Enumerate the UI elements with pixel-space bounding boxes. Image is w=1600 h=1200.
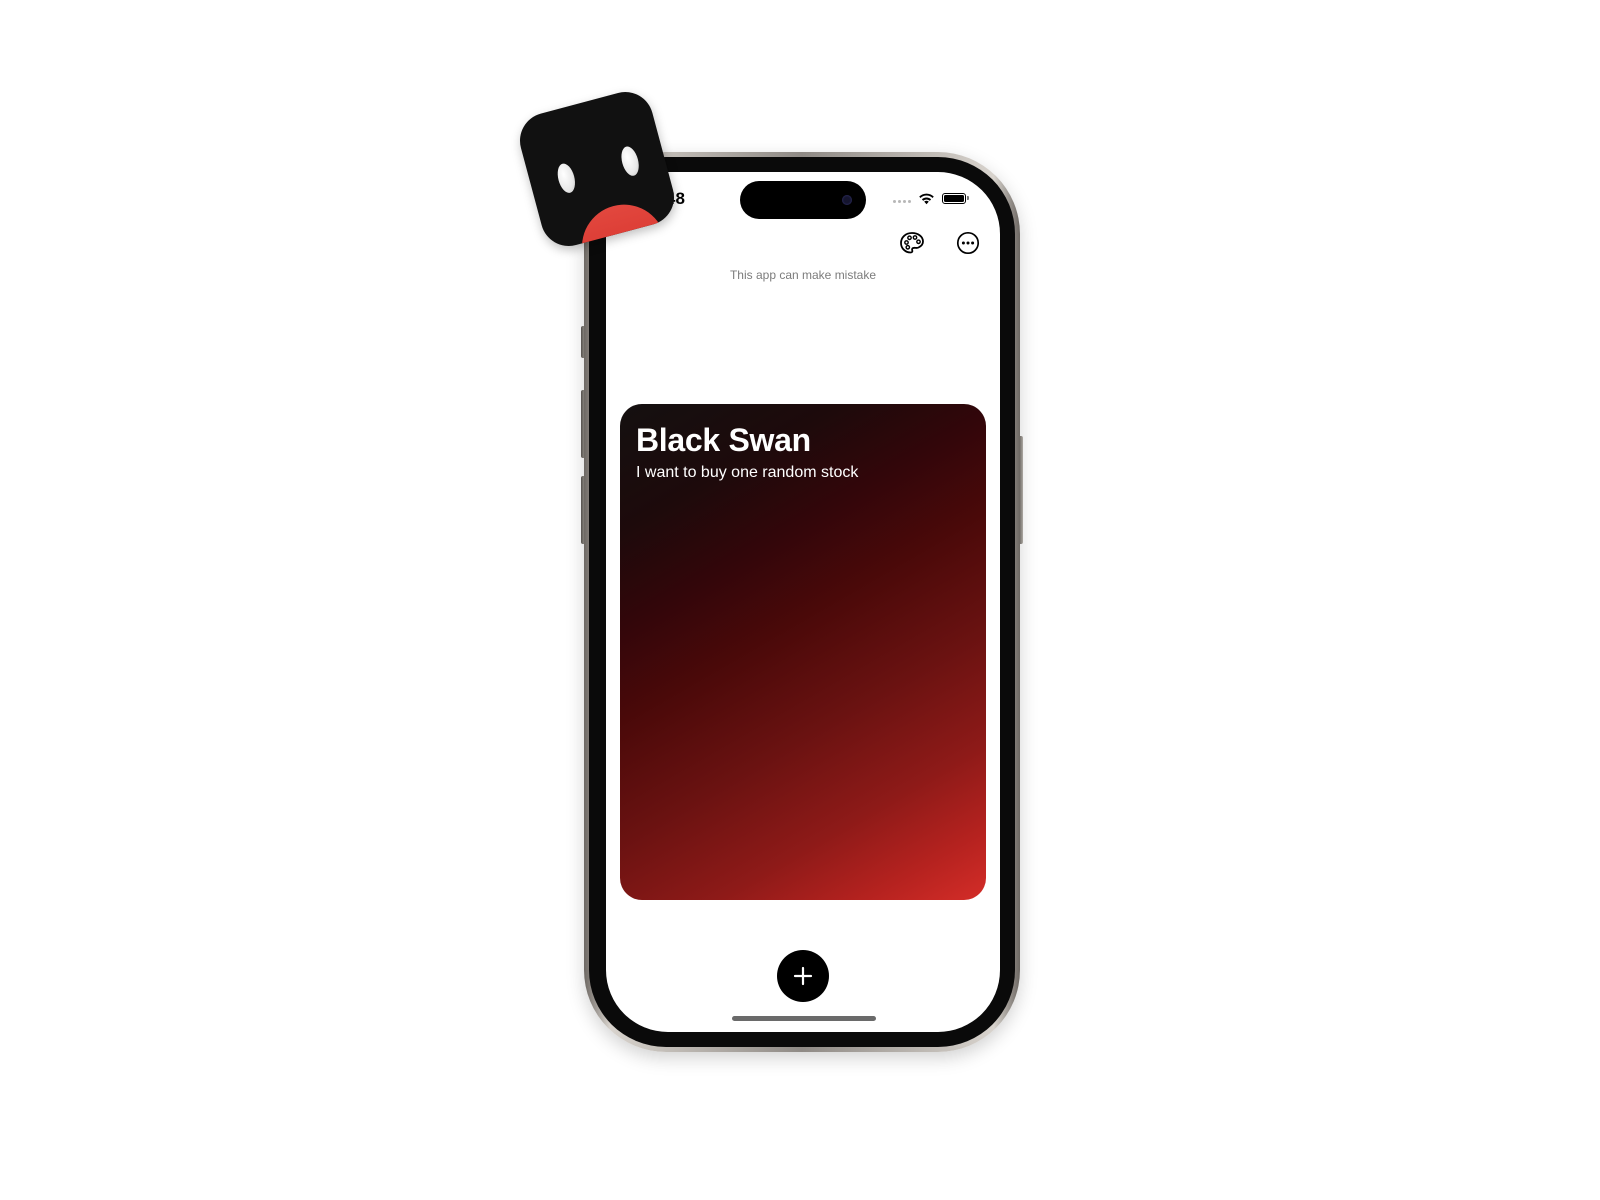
mascot-right-eye (618, 144, 642, 178)
home-indicator (732, 1016, 876, 1021)
phone-screen: :48 (606, 172, 1000, 1032)
card-title: Black Swan (636, 422, 811, 458)
battery-icon (942, 192, 969, 204)
add-button[interactable] (777, 950, 829, 1002)
stage: :48 (0, 0, 1600, 1200)
card-subtitle: I want to buy one random stock (636, 464, 859, 481)
status-indicators (893, 190, 969, 206)
camera-icon (842, 195, 852, 205)
strategy-card[interactable]: Black Swan I want to buy one random stoc… (620, 404, 986, 900)
wifi-icon (919, 193, 934, 204)
theme-button[interactable] (898, 229, 926, 257)
palette-icon (900, 232, 924, 254)
mascot-left-eye (554, 161, 578, 195)
plus-icon (793, 966, 813, 986)
ellipsis-circle-icon (956, 231, 980, 255)
more-options-button[interactable] (954, 229, 982, 257)
dynamic-island (740, 181, 866, 219)
disclaimer-text: This app can make mistake (729, 268, 877, 282)
cellular-signal-icon (893, 193, 911, 203)
